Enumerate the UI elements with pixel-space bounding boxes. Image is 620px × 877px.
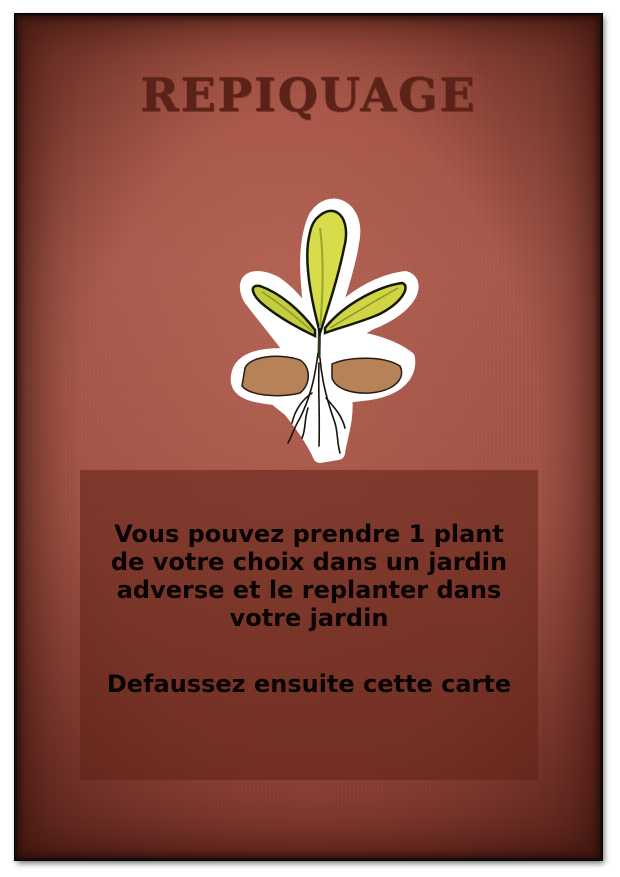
rules-text: Vous pouvez prendre 1 plant de votre cho… [110,520,508,632]
soil-right [331,357,403,394]
card-title: REPIQUAGE [140,68,477,122]
soil-left [241,355,309,397]
card[interactable]: REPIQUAGE Vous pouvez prendre 1 plant de… [15,14,602,860]
rules-panel: Vous pouvez prendre 1 plant de votre cho… [80,470,538,780]
seedling-with-roots-icon [230,198,419,463]
discard-instruction: Defaussez ensuite cette carte [106,670,512,698]
